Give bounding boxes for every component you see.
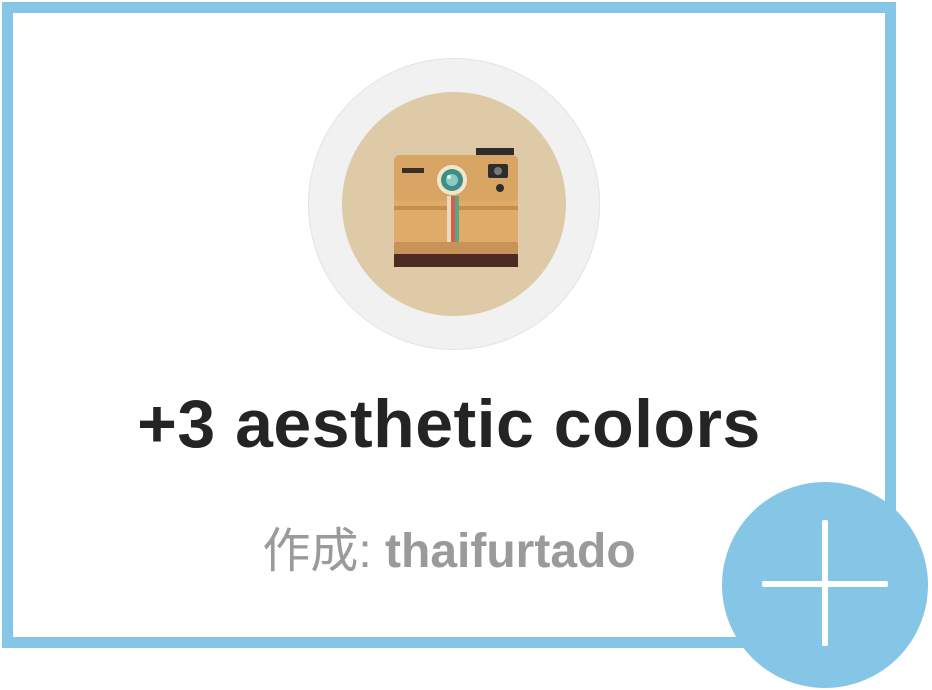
collection-title: +3 aesthetic colors	[137, 386, 761, 462]
avatar-circle	[342, 92, 566, 316]
plus-icon	[762, 520, 888, 646]
instant-camera-icon	[394, 148, 518, 267]
byline-prefix: 作成:	[262, 525, 372, 578]
avatar	[308, 58, 600, 350]
add-button[interactable]	[722, 482, 928, 688]
author-name[interactable]: thaifurtado	[385, 525, 636, 578]
stage: +3 aesthetic colors 作成: thaifurtado	[0, 0, 932, 690]
